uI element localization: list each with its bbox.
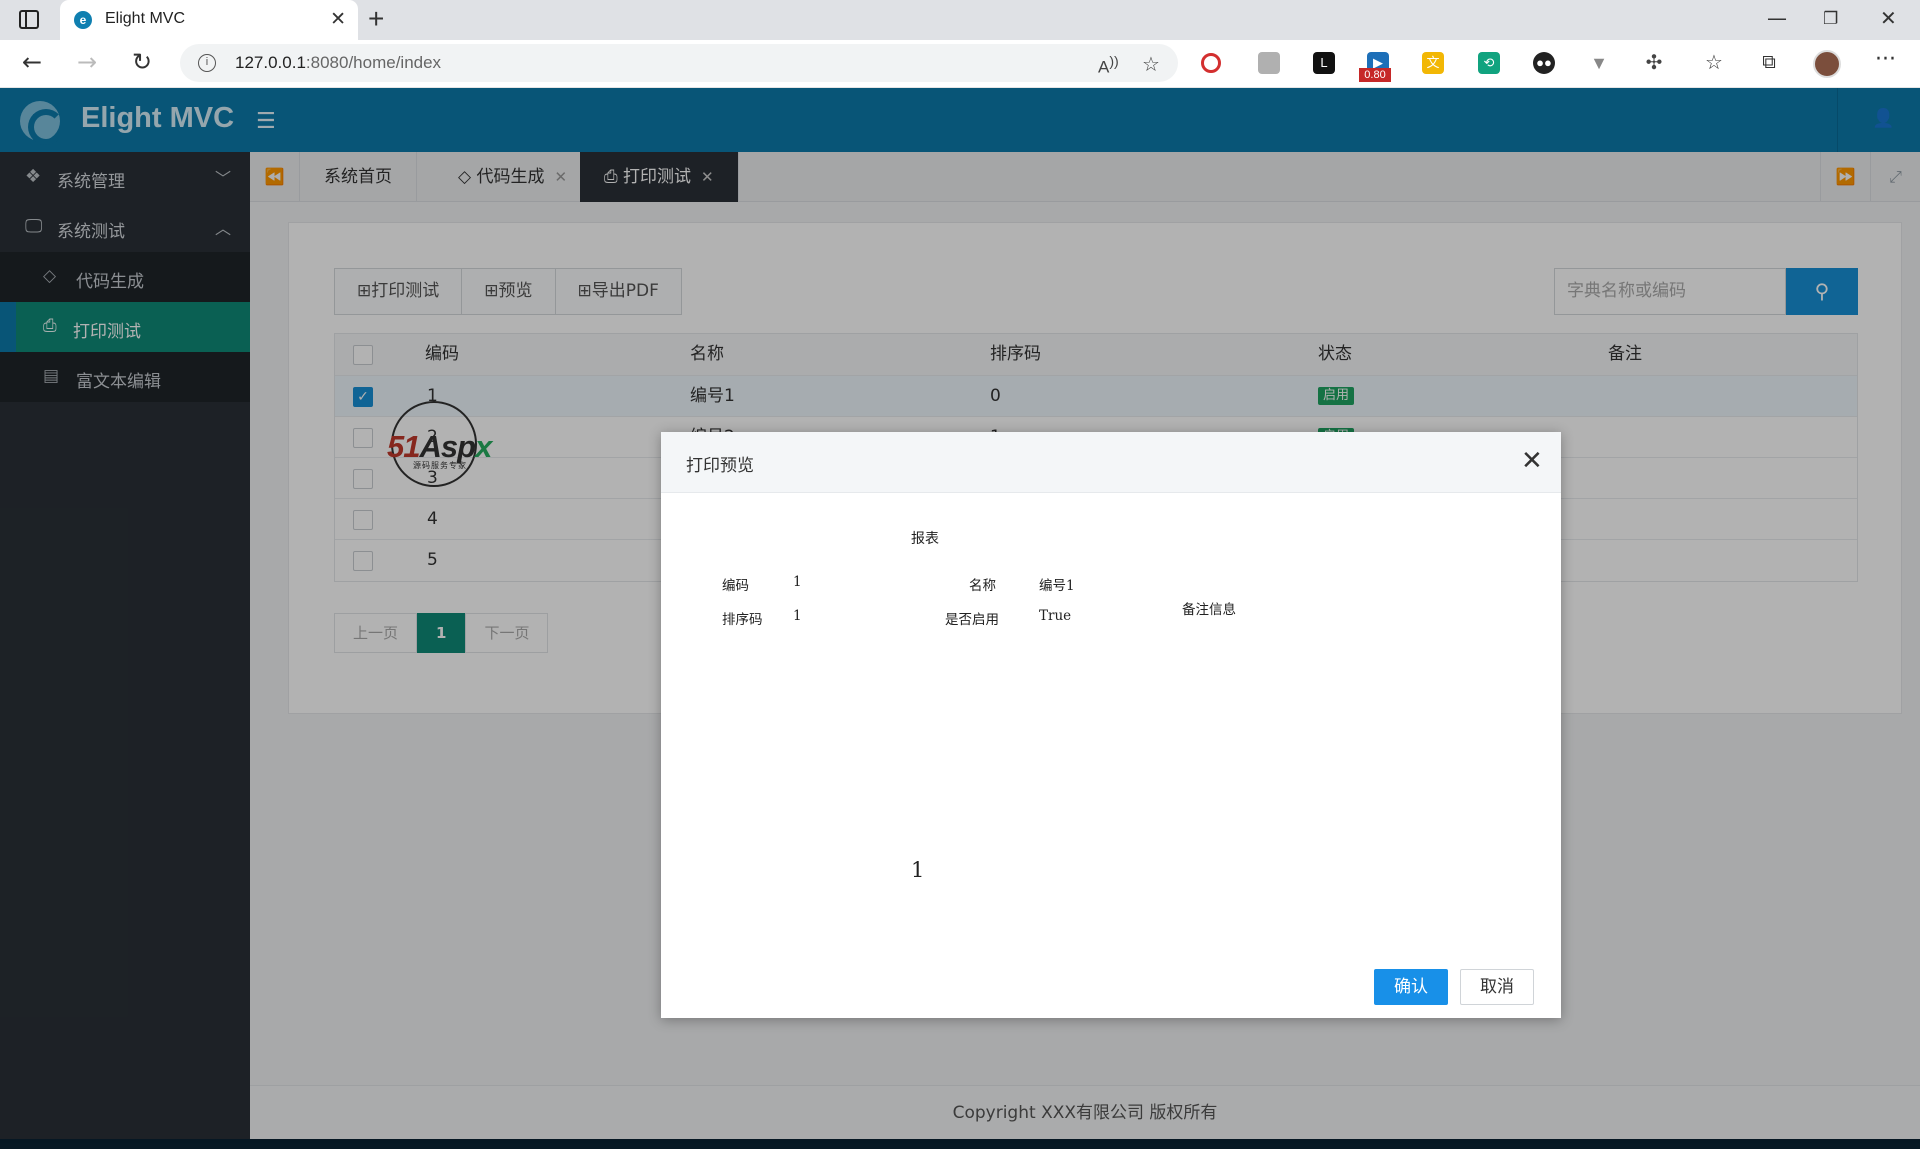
- profile-avatar[interactable]: [1813, 50, 1841, 78]
- edge-favicon-icon: e: [74, 11, 92, 29]
- screen-extension-icon[interactable]: [1258, 52, 1280, 74]
- field-label-code: 编码: [722, 578, 749, 594]
- field-value-name: 编号1: [1039, 578, 1075, 594]
- browser-toolbar: ← → ↻ i 127.0.0.1:8080/home/index A)) ☆ …: [0, 40, 1920, 88]
- back-icon[interactable]: ←: [22, 48, 42, 76]
- restore-icon[interactable]: ❐: [1823, 9, 1838, 29]
- collections-icon[interactable]: ⧉: [1758, 52, 1780, 74]
- field-value-code: 1: [793, 574, 802, 590]
- info-icon[interactable]: i: [198, 54, 216, 72]
- report-title: 报表: [911, 531, 939, 547]
- tab-actions-icon[interactable]: [19, 10, 39, 29]
- cancel-button[interactable]: 取消: [1460, 969, 1534, 1005]
- field-value-enabled: True: [1039, 608, 1072, 624]
- close-tab-icon[interactable]: ✕: [330, 8, 346, 30]
- record-extension-icon[interactable]: [1201, 53, 1221, 73]
- close-icon[interactable]: ✕: [1521, 446, 1543, 476]
- field-remark: 备注信息: [1182, 602, 1236, 618]
- field-label-sort: 排序码: [722, 612, 763, 628]
- dual-extension-icon[interactable]: ●●: [1533, 52, 1555, 74]
- more-icon[interactable]: ···: [1875, 47, 1896, 72]
- translate-extension-icon[interactable]: 文: [1422, 52, 1444, 74]
- close-window-icon[interactable]: ✕: [1880, 6, 1897, 30]
- print-preview-dialog: 打印预览 ✕ 报表 编码 1 名称 编号1 排序码 1 是否启用 True 备注…: [661, 432, 1561, 1018]
- green-extension-icon[interactable]: ⟲: [1478, 52, 1500, 74]
- v-extension-icon[interactable]: ▼: [1588, 52, 1610, 74]
- field-value-sort: 1: [793, 608, 802, 624]
- add-favorite-icon[interactable]: ☆: [1142, 52, 1160, 76]
- confirm-button[interactable]: 确认: [1374, 969, 1448, 1005]
- minimize-icon[interactable]: —: [1767, 6, 1787, 30]
- address-url[interactable]: 127.0.0.1:8080/home/index: [235, 53, 441, 73]
- dialog-title: 打印预览: [686, 456, 754, 476]
- letter-extension-icon[interactable]: L: [1313, 52, 1335, 74]
- favorites-icon[interactable]: ☆: [1703, 52, 1725, 74]
- field-label-name: 名称: [969, 578, 996, 594]
- page-number: 1: [911, 858, 925, 882]
- address-bar[interactable]: i 127.0.0.1:8080/home/index A)) ☆: [180, 44, 1178, 82]
- browser-tab[interactable]: e Elight MVC ✕: [60, 0, 358, 40]
- read-aloud-icon[interactable]: A)): [1098, 54, 1119, 78]
- extensions-icon[interactable]: ✣: [1643, 52, 1665, 74]
- refresh-icon[interactable]: ↻: [132, 48, 152, 76]
- field-label-enabled: 是否启用: [945, 612, 999, 628]
- browser-tabstrip: e Elight MVC ✕ + — ❐ ✕: [0, 0, 1920, 40]
- new-tab-icon[interactable]: +: [368, 3, 384, 35]
- extension-badge: 0.80: [1359, 68, 1391, 82]
- dialog-header: 打印预览 ✕: [661, 432, 1561, 493]
- forward-icon[interactable]: →: [77, 48, 97, 76]
- browser-tab-title: Elight MVC: [105, 10, 186, 27]
